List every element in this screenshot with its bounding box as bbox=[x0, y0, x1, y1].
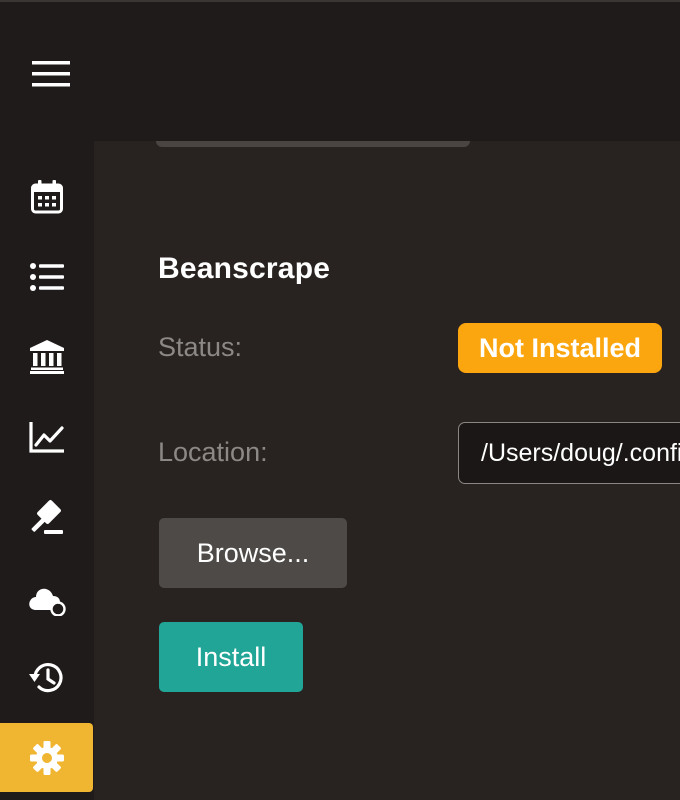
sidebar-item-bank[interactable] bbox=[0, 322, 94, 392]
sidebar-item-history[interactable] bbox=[0, 643, 94, 713]
location-input[interactable]: /Users/doug/.config bbox=[458, 422, 680, 484]
list-icon bbox=[30, 263, 64, 291]
sidebar-item-cloud-sync[interactable] bbox=[0, 565, 94, 635]
top-app-bar bbox=[0, 2, 680, 141]
bank-icon bbox=[30, 340, 64, 374]
previous-card-edge bbox=[156, 141, 470, 147]
history-icon bbox=[29, 661, 65, 695]
sidebar-item-settings[interactable] bbox=[0, 723, 93, 792]
cloud-sync-icon bbox=[28, 584, 66, 616]
browse-button[interactable]: Browse... bbox=[159, 518, 347, 588]
hamburger-menu-icon[interactable] bbox=[32, 60, 70, 88]
status-badge: Not Installed bbox=[458, 323, 662, 373]
sidebar-item-auction[interactable] bbox=[0, 483, 94, 553]
sidebar-item-chart[interactable] bbox=[0, 402, 94, 472]
gavel-icon bbox=[29, 500, 65, 536]
status-label: Status: bbox=[158, 332, 243, 362]
gear-icon bbox=[29, 740, 65, 776]
install-button[interactable]: Install bbox=[159, 622, 303, 692]
sidebar-item-calendar[interactable] bbox=[0, 162, 94, 232]
line-chart-icon bbox=[29, 421, 65, 453]
section-title: Beanscrape bbox=[158, 252, 331, 285]
sidebar-item-list[interactable] bbox=[0, 242, 94, 312]
location-label: Location: bbox=[158, 437, 268, 467]
calendar-icon bbox=[31, 180, 63, 214]
